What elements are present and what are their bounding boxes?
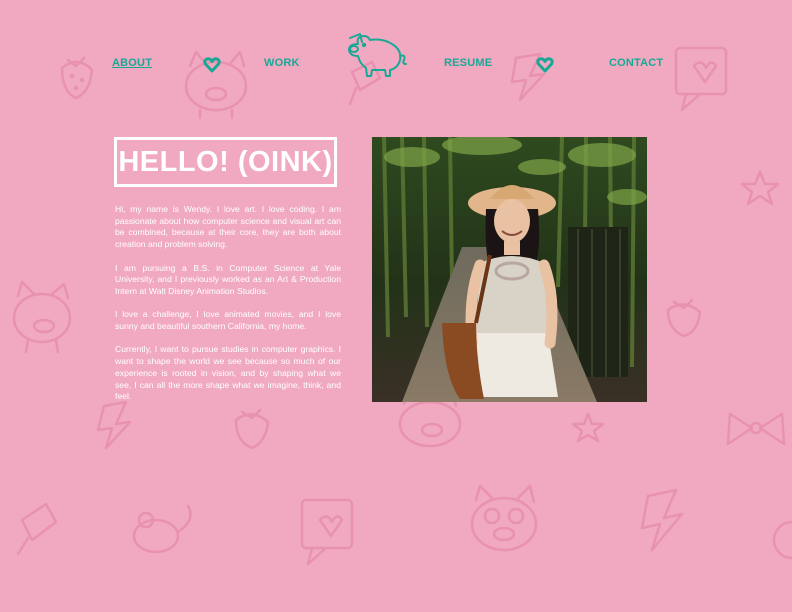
pig-logo-icon[interactable] bbox=[346, 32, 408, 78]
nav-resume-link[interactable]: RESUME bbox=[444, 57, 492, 69]
bio-paragraph: Currently, I want to pursue studies in c… bbox=[115, 344, 341, 402]
star-doodle-icon bbox=[571, 412, 605, 443]
heart-icon bbox=[203, 57, 221, 73]
bio-paragraph: I am pursuing a B.S. in Computer Science… bbox=[115, 262, 341, 296]
pig-doodle-icon bbox=[772, 520, 792, 560]
mouse-doodle-icon bbox=[132, 504, 192, 554]
speech-bubble-doodle-icon bbox=[300, 498, 354, 566]
heart-icon bbox=[536, 57, 554, 73]
bio-paragraph: I love a challenge, I love animated movi… bbox=[115, 309, 341, 331]
nav-contact-link[interactable]: CONTACT bbox=[609, 57, 663, 69]
bio-paragraph: Hi, my name is Wendy. I love art. I love… bbox=[115, 204, 341, 250]
popsicle-doodle-icon bbox=[16, 502, 58, 556]
nav-work-link[interactable]: WORK bbox=[264, 57, 300, 69]
bow-doodle-icon bbox=[726, 412, 786, 446]
pig-doodle-icon bbox=[470, 484, 538, 552]
pig-doodle-icon bbox=[12, 280, 72, 354]
page-title: HELLO! (OINK) bbox=[114, 137, 337, 187]
bio-text: Hi, my name is Wendy. I love art. I love… bbox=[115, 204, 341, 408]
nav-about-link[interactable]: ABOUT bbox=[112, 57, 152, 69]
strawberry-doodle-icon bbox=[234, 408, 270, 450]
portrait-photo bbox=[372, 137, 647, 402]
star-doodle-icon bbox=[740, 170, 780, 206]
portrait-image bbox=[372, 137, 647, 402]
strawberry-doodle-icon bbox=[666, 298, 702, 338]
lightning-doodle-icon bbox=[640, 488, 684, 552]
lightning-doodle-icon bbox=[96, 400, 132, 450]
main-nav: ABOUT WORK RESUME CONTACT bbox=[0, 0, 792, 110]
